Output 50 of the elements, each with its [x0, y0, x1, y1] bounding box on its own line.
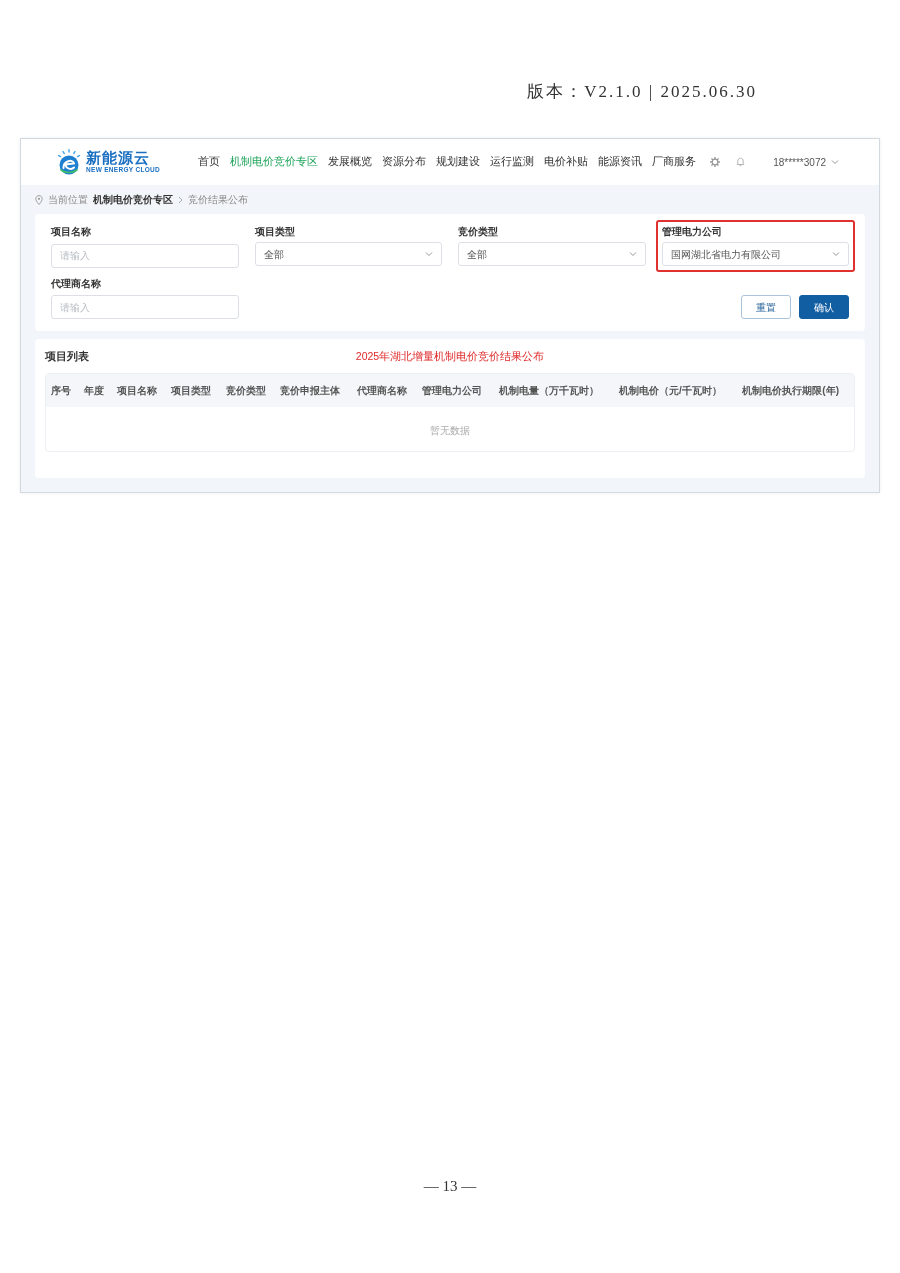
caret-icon: [628, 251, 637, 257]
column-header: 项目名称: [111, 373, 167, 407]
column-header: 项目类型: [166, 373, 221, 407]
nav-item[interactable]: 资源分布: [382, 152, 427, 172]
user-menu[interactable]: 18*****3072: [773, 152, 839, 172]
caret-icon: [831, 159, 839, 165]
nav-item[interactable]: 首页: [198, 152, 221, 172]
breadcrumb-link[interactable]: 机制电价竞价专区: [93, 192, 173, 207]
confirm-button[interactable]: 确认: [799, 295, 849, 319]
nav-item[interactable]: 发展概览: [328, 152, 373, 172]
column-header: 年度: [78, 373, 112, 407]
page-number: — 13 —: [423, 1176, 477, 1196]
empty-table-message: 暂无数据: [430, 424, 470, 436]
nav-item[interactable]: 规划建设: [436, 152, 481, 172]
filter-label: 项目名称: [51, 225, 92, 239]
select-field[interactable]: 全部: [458, 242, 646, 266]
column-header: 机制电价执行期限(年): [737, 373, 854, 407]
column-header: 管理电力公司: [417, 373, 494, 407]
column-header: 竞价申报主体: [275, 373, 352, 407]
bell-icon[interactable]: [736, 157, 746, 167]
logo-icon: [57, 149, 81, 175]
nav-item[interactable]: 电价补贴: [544, 152, 589, 172]
breadcrumb-label: 当前位置: [48, 193, 88, 207]
select-field[interactable]: 全部: [254, 242, 442, 266]
filter-label: 项目类型: [254, 225, 296, 239]
filter-label: 代理商名称: [51, 276, 102, 291]
location-icon: [35, 194, 43, 205]
list-title: 项目列表: [45, 349, 89, 364]
nav-item[interactable]: 运行监测: [490, 152, 535, 172]
chevron-icon: [178, 195, 183, 204]
caret-icon: [425, 251, 433, 257]
column-header: 代理商名称: [351, 373, 418, 407]
breadcrumb-current: 竞价结果公布: [188, 193, 248, 207]
caret-icon: [832, 251, 840, 257]
nav-item[interactable]: 能源资讯: [598, 152, 643, 172]
result-notice: 2025年湖北增量机制电价竞价结果公布: [355, 349, 545, 364]
select-field[interactable]: 国网湖北省电力有限公司: [661, 242, 849, 266]
column-header: 竞价类型: [220, 373, 276, 407]
column-header: 序号: [46, 373, 79, 407]
filter-label: 管理电力公司: [661, 225, 723, 239]
version-text: 版本：V2.1.0 | 2025.06.30: [527, 81, 757, 103]
input-field[interactable]: 请输入: [51, 243, 239, 268]
nav-item[interactable]: 厂商服务: [652, 152, 697, 172]
reset-button[interactable]: 重置: [741, 295, 791, 319]
column-header: 机制电量（万千瓦时）: [493, 373, 615, 407]
input-field[interactable]: 请输入: [51, 295, 239, 319]
logo-title: 新能源云: [86, 150, 151, 166]
gear-icon[interactable]: [710, 157, 721, 167]
column-header: 机制电价（元/千瓦时）: [614, 373, 738, 407]
filter-label: 竞价类型: [458, 225, 499, 239]
